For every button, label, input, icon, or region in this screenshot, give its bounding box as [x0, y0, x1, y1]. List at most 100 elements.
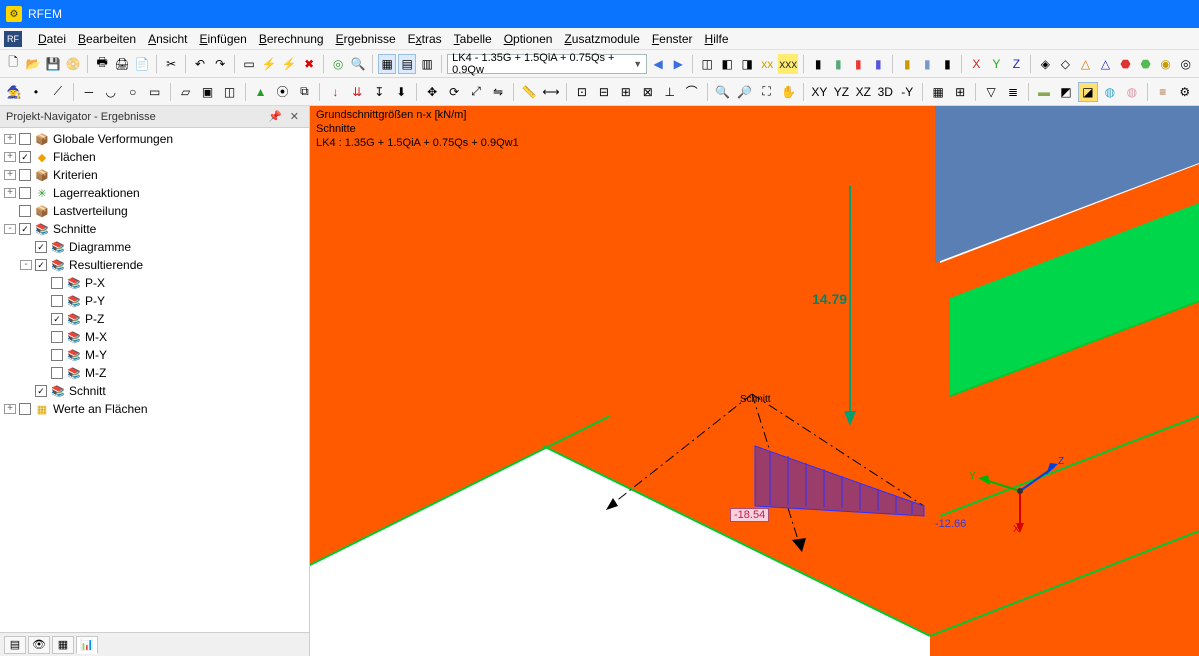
show-results-icon[interactable]: ◪ — [1078, 82, 1098, 102]
layer-icon[interactable]: ≣ — [1003, 82, 1023, 102]
hinge-icon[interactable]: ⦿ — [272, 82, 292, 102]
iso-2-icon[interactable]: ◍ — [1122, 82, 1142, 102]
tool-c-icon[interactable]: △ — [1076, 54, 1094, 74]
tree-item[interactable]: +📦Globale Verformungen — [0, 130, 309, 148]
filter-icon[interactable]: ▽ — [981, 82, 1001, 102]
model-viewport[interactable]: Grundschnittgrößen n-x [kN/m] Schnitte L… — [310, 106, 1199, 656]
view-iso-icon[interactable]: 3D — [875, 82, 895, 102]
tree-checkbox[interactable] — [19, 205, 31, 217]
iso-1-icon[interactable]: ◍ — [1100, 82, 1120, 102]
measure-icon[interactable]: 📏 — [519, 82, 539, 102]
mirror-icon[interactable]: ⇋ — [488, 82, 508, 102]
print-icon[interactable]: 🖶 — [93, 54, 111, 74]
surface-icon[interactable]: ▱ — [176, 82, 196, 102]
tree-expander-icon[interactable]: + — [4, 188, 16, 198]
render-wire-icon[interactable]: ◧ — [718, 54, 736, 74]
navigator-tree[interactable]: +📦Globale Verformungen+✓◆Flächen+📦Kriter… — [0, 128, 309, 632]
tree-expander-icon[interactable]: - — [20, 260, 32, 270]
menu-optionen[interactable]: Optionen — [498, 30, 559, 48]
view-chart-icon[interactable]: ▥ — [418, 54, 436, 74]
snap-perp-icon[interactable]: ⊥ — [660, 82, 680, 102]
dim-icon[interactable]: ⟷ — [541, 82, 561, 102]
menu-ansicht[interactable]: Ansicht — [142, 30, 193, 48]
menu-fenster[interactable]: Fenster — [646, 30, 699, 48]
next-lc-icon[interactable]: ▶ — [669, 54, 687, 74]
script-icon[interactable]: ≡ — [1153, 82, 1173, 102]
tree-item[interactable]: -✓📚Resultierende — [0, 256, 309, 274]
axis-x-icon[interactable]: X — [967, 54, 985, 74]
grid-icon[interactable]: ▦ — [928, 82, 948, 102]
tree-expander-icon[interactable]: + — [4, 404, 16, 414]
tool-e-icon[interactable]: ⬣ — [1117, 54, 1135, 74]
snap-pt-icon[interactable]: ⊡ — [572, 82, 592, 102]
tree-checkbox[interactable]: ✓ — [19, 151, 31, 163]
arc-icon[interactable]: ◡ — [101, 82, 121, 102]
disp-7-icon[interactable]: ▮ — [938, 54, 956, 74]
members-icon[interactable]: ⟋ — [48, 82, 68, 102]
tree-checkbox[interactable] — [19, 133, 31, 145]
tool-a-icon[interactable]: ◈ — [1036, 54, 1054, 74]
display-2-icon[interactable]: ▮ — [829, 54, 847, 74]
render-solid-icon[interactable]: ◫ — [698, 54, 716, 74]
select-icon[interactable]: ▭ — [240, 54, 258, 74]
close-icon[interactable]: ✕ — [286, 110, 303, 123]
snap-mid-icon[interactable]: ⊟ — [594, 82, 614, 102]
display-4-icon[interactable]: ▮ — [869, 54, 887, 74]
save-icon[interactable]: 💾 — [44, 54, 62, 74]
tree-checkbox[interactable]: ✓ — [19, 223, 31, 235]
line-icon[interactable]: ─ — [79, 82, 99, 102]
view-xy-icon[interactable]: XY — [809, 82, 829, 102]
rect-icon[interactable]: ▭ — [145, 82, 165, 102]
tree-checkbox[interactable] — [51, 367, 63, 379]
pan-icon[interactable]: ✋ — [779, 82, 799, 102]
zoom-out-icon[interactable]: 🔎 — [735, 82, 755, 102]
view-xz-icon[interactable]: XZ — [853, 82, 873, 102]
tree-item[interactable]: +▦Werte an Flächen — [0, 400, 309, 418]
disp-6-icon[interactable]: ▮ — [918, 54, 936, 74]
opening-icon[interactable]: ◫ — [220, 82, 240, 102]
load3-icon[interactable]: ↧ — [369, 82, 389, 102]
render-trans-icon[interactable]: ◨ — [738, 54, 756, 74]
menu-datei[interactable]: Datei — [32, 30, 72, 48]
calc-icon[interactable]: ⚡ — [260, 54, 278, 74]
snap-end-icon[interactable]: ⊞ — [616, 82, 636, 102]
tree-checkbox[interactable] — [19, 403, 31, 415]
settings-icon[interactable]: ⚙ — [1175, 82, 1195, 102]
axis-y-icon[interactable]: Y — [987, 54, 1005, 74]
tree-item[interactable]: -✓📚Schnitte — [0, 220, 309, 238]
tool-b-icon[interactable]: ◇ — [1056, 54, 1074, 74]
zoom-window-icon[interactable]: 🔍 — [349, 54, 367, 74]
save-all-icon[interactable]: 📀 — [64, 54, 82, 74]
tree-checkbox[interactable]: ✓ — [35, 241, 47, 253]
open-file-icon[interactable]: 📂 — [24, 54, 42, 74]
tree-checkbox[interactable]: ✓ — [35, 385, 47, 397]
clip-icon[interactable]: ◩ — [1056, 82, 1076, 102]
tree-item[interactable]: ✓📚P-Z — [0, 310, 309, 328]
support-icon[interactable]: ▲ — [251, 82, 271, 102]
view-list-icon[interactable]: ▤ — [398, 54, 416, 74]
release-icon[interactable]: ⧉ — [294, 82, 314, 102]
snap-tan-icon[interactable]: ⌒ — [682, 82, 702, 102]
tree-checkbox[interactable] — [51, 295, 63, 307]
wizard-icon[interactable]: 🧙 — [4, 82, 24, 102]
scale-icon[interactable]: ⤢ — [466, 82, 486, 102]
tree-expander-icon[interactable]: + — [4, 170, 16, 180]
load4-icon[interactable]: ⬇ — [391, 82, 411, 102]
view-yz-icon[interactable]: YZ — [831, 82, 851, 102]
tree-checkbox[interactable]: ✓ — [35, 259, 47, 271]
view-table-icon[interactable]: ▦ — [378, 54, 396, 74]
nodes-icon[interactable]: • — [26, 82, 46, 102]
rotate-icon[interactable]: ⟳ — [444, 82, 464, 102]
tree-checkbox[interactable] — [51, 331, 63, 343]
menu-zusatzmodule[interactable]: Zusatzmodule — [558, 30, 645, 48]
tree-expander-icon[interactable]: + — [4, 152, 16, 162]
solid-icon[interactable]: ▣ — [198, 82, 218, 102]
menu-bar[interactable]: RF DateiBearbeitenAnsichtEinfügenBerechn… — [0, 28, 1199, 50]
results-icon[interactable]: ⚡ — [280, 54, 298, 74]
disp-5-icon[interactable]: ▮ — [898, 54, 916, 74]
prev-lc-icon[interactable]: ◀ — [649, 54, 667, 74]
load-icon[interactable]: ↓ — [325, 82, 345, 102]
tree-item[interactable]: +📦Kriterien — [0, 166, 309, 184]
load2-icon[interactable]: ⇊ — [347, 82, 367, 102]
nav-tab-results[interactable]: 📊 — [76, 636, 98, 654]
